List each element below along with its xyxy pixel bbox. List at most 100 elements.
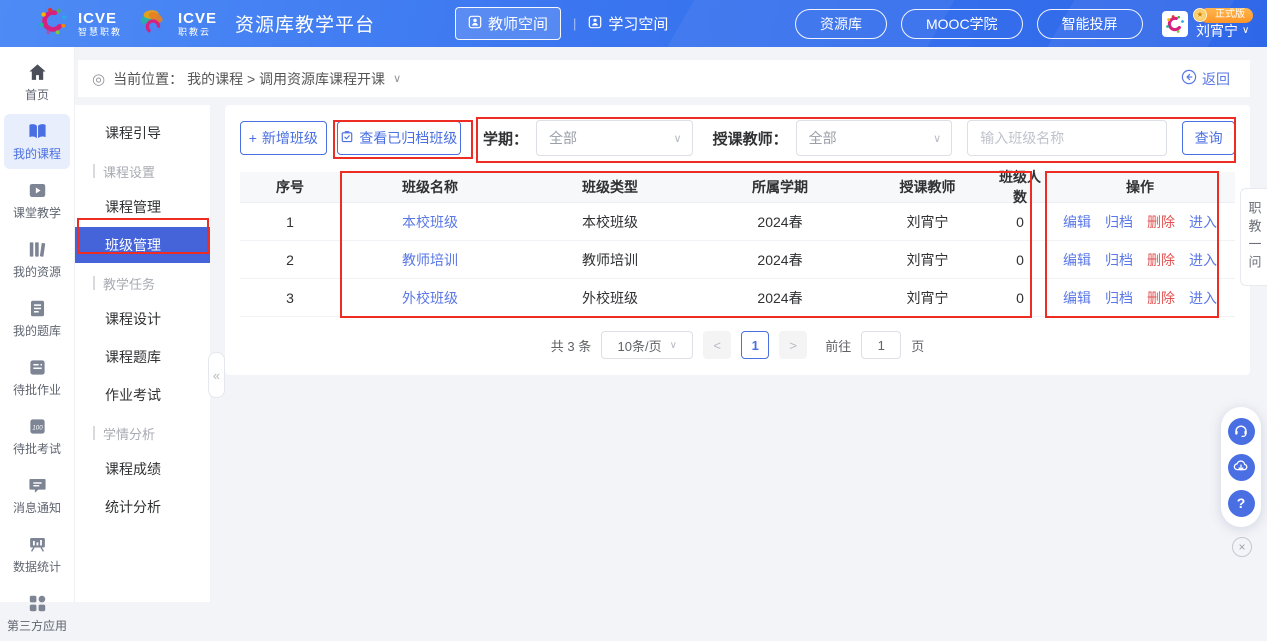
video-play-icon	[28, 181, 47, 200]
mooc-college-button[interactable]: MOOC学院	[901, 9, 1023, 39]
cell-term: 2024春	[700, 212, 860, 232]
smart-cast-button[interactable]: 智能投屏	[1037, 9, 1143, 39]
user-menu[interactable]: 刘宵宁 ∨	[1196, 23, 1249, 40]
next-page-button[interactable]: >	[779, 331, 807, 359]
cell-term: 2024春	[700, 250, 860, 270]
delete-link[interactable]: 删除	[1147, 212, 1175, 232]
archive-link[interactable]: 归档	[1105, 250, 1133, 270]
customer-service-button[interactable]	[1228, 418, 1255, 445]
breadcrumb-path[interactable]: 我的课程 > 调用资源库课程开课	[187, 69, 385, 89]
query-button[interactable]: 查询	[1182, 121, 1235, 155]
class-table: 序号 班级名称 班级类型 所属学期 授课教师 班级人数 操作 1 本校班级 本校…	[240, 172, 1235, 317]
sidebar-collapse-handle[interactable]: «	[208, 352, 225, 398]
location-pin-icon: ◎	[92, 70, 105, 88]
goto-page-input[interactable]	[861, 331, 901, 359]
nav-divider: |	[573, 16, 576, 31]
col-header-count: 班级人数	[995, 167, 1045, 207]
space-nav: 教师空间 | 学习空间	[455, 0, 668, 47]
delete-link[interactable]: 删除	[1147, 250, 1175, 270]
download-button[interactable]	[1228, 454, 1255, 481]
col-header-class-name: 班级名称	[340, 177, 520, 197]
class-name-link[interactable]: 本校班级	[402, 214, 458, 230]
archive-link[interactable]: 归档	[1105, 212, 1133, 232]
tab-teacher-space[interactable]: 教师空间	[455, 7, 561, 40]
table-row: 1 本校班级 本校班级 2024春 刘宵宁 0 编辑 归档 删除 进入	[240, 203, 1235, 241]
svg-text:100: 100	[32, 424, 43, 431]
teacher-select-value: 全部	[809, 128, 837, 148]
version-badge-label: 正式版	[1215, 9, 1245, 20]
view-archived-classes-label: 查看已归档班级	[359, 128, 457, 148]
class-name-search-input[interactable]	[967, 120, 1167, 156]
add-class-button[interactable]: + 新增班级	[240, 121, 327, 155]
prev-page-button[interactable]: <	[703, 331, 731, 359]
submenu-item-course-grades[interactable]: 课程成绩	[75, 451, 210, 487]
view-archived-classes-button[interactable]: 查看已归档班级	[337, 121, 461, 155]
edit-link[interactable]: 编辑	[1063, 212, 1091, 232]
close-floating-toolbar-button[interactable]: ×	[1232, 537, 1252, 557]
chevron-down-icon: ∨	[1242, 25, 1249, 37]
submenu-item-homework-exams[interactable]: 作业考试	[75, 377, 210, 413]
tab-learning-space[interactable]: 学习空间	[588, 13, 668, 34]
rail-item-my-question-bank[interactable]: 我的题库	[4, 291, 70, 346]
current-page-button[interactable]: 1	[741, 331, 769, 359]
enter-link[interactable]: 进入	[1189, 250, 1217, 270]
message-bubble-icon	[28, 476, 47, 495]
icve-zhijiaoyun-logo-text: ICVE 职教云	[178, 11, 217, 37]
exam-score-icon: 100	[28, 417, 47, 436]
plus-icon: +	[249, 130, 257, 146]
home-icon	[28, 63, 47, 82]
class-name-link[interactable]: 教师培训	[402, 252, 458, 268]
rail-item-my-courses[interactable]: 我的课程	[4, 114, 70, 169]
collapse-icon: «	[213, 368, 220, 383]
cell-term: 2024春	[700, 288, 860, 308]
page-size-select[interactable]: 10条/页 ∨	[601, 331, 693, 359]
breadcrumb-prefix: 当前位置：	[113, 69, 183, 89]
rail-item-my-resources[interactable]: 我的资源	[4, 232, 70, 287]
avatar[interactable]	[1162, 11, 1188, 37]
chevron-down-icon: ∨	[674, 132, 682, 145]
cell-no: 3	[240, 290, 340, 306]
section-divider	[93, 276, 95, 290]
submenu-item-course-question-bank[interactable]: 课程题库	[75, 339, 210, 375]
rail-item-pending-exams[interactable]: 100 待批考试	[4, 409, 70, 464]
total-count-label: 共 3 条	[551, 336, 591, 355]
enter-link[interactable]: 进入	[1189, 288, 1217, 308]
submenu-section-learning-analysis: 学情分析	[75, 417, 210, 449]
edit-link[interactable]: 编辑	[1063, 288, 1091, 308]
class-name-link[interactable]: 外校班级	[402, 290, 458, 306]
help-button[interactable]: ?	[1228, 490, 1255, 517]
learning-space-icon	[588, 15, 602, 33]
archive-link[interactable]: 归档	[1105, 288, 1133, 308]
rail-item-data-statistics[interactable]: 数据统计	[4, 527, 70, 582]
rail-item-home[interactable]: 首页	[4, 55, 70, 110]
pagination: 共 3 条 10条/页 ∨ < 1 > 前往 页	[240, 331, 1235, 359]
icve-zhihui-logo-text: ICVE 智慧职教	[78, 11, 122, 37]
term-select[interactable]: 全部 ∨	[536, 120, 693, 156]
delete-link[interactable]: 删除	[1147, 288, 1175, 308]
rail-item-pending-homework[interactable]: 待批作业	[4, 350, 70, 405]
rail-item-third-party-apps[interactable]: 第三方应用	[4, 586, 70, 641]
homework-icon	[28, 358, 47, 377]
rail-item-messages[interactable]: 消息通知	[4, 468, 70, 523]
enter-link[interactable]: 进入	[1189, 212, 1217, 232]
chevron-down-icon: ∨	[933, 132, 941, 145]
submenu-item-course-design[interactable]: 课程设计	[75, 301, 210, 337]
submenu-item-course-management[interactable]: 课程管理	[75, 189, 210, 225]
resource-library-button[interactable]: 资源库	[795, 9, 887, 39]
col-header-no: 序号	[240, 177, 340, 197]
table-header-row: 序号 班级名称 班级类型 所属学期 授课教师 班级人数 操作	[240, 172, 1235, 203]
submenu-item-course-guide[interactable]: 课程引导	[75, 115, 210, 151]
cell-class-type: 外校班级	[520, 288, 700, 308]
zhijiao-qa-label: 职教一问	[1245, 201, 1264, 273]
page-size-value: 10条/页	[618, 336, 662, 355]
teacher-select[interactable]: 全部 ∨	[796, 120, 953, 156]
section-divider	[93, 426, 95, 440]
submenu-item-statistical-analysis[interactable]: 统计分析	[75, 489, 210, 525]
app-header: ICVE 智慧职教 ICVE 职教云 资源库教学平台 教师空间 |	[0, 0, 1267, 47]
rail-item-classroom-teaching[interactable]: 课堂教学	[4, 173, 70, 228]
edit-link[interactable]: 编辑	[1063, 250, 1091, 270]
zhijiao-qa-side-tab[interactable]: 职教一问	[1240, 188, 1267, 286]
headset-icon	[1233, 422, 1249, 441]
submenu-item-class-management[interactable]: 班级管理	[75, 227, 210, 263]
back-button[interactable]: 返回	[1181, 69, 1230, 89]
